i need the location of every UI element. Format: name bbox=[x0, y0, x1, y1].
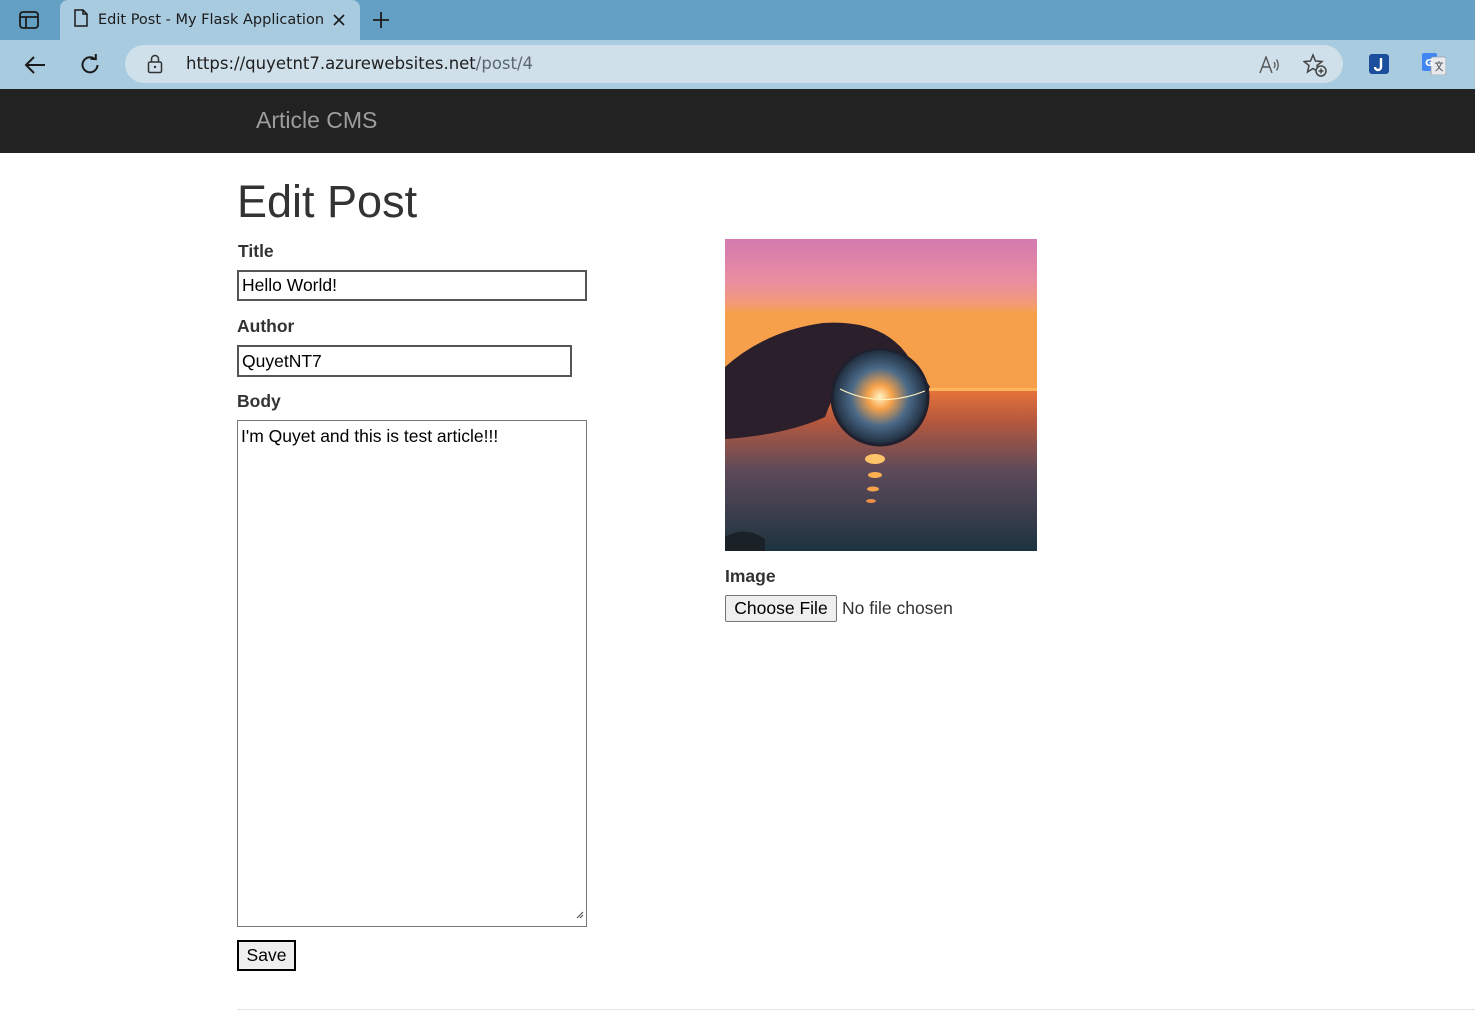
page-icon bbox=[74, 8, 88, 32]
lock-icon[interactable] bbox=[147, 54, 163, 79]
url-host: https://quyetnt7.azurewebsites.net bbox=[186, 54, 476, 73]
url-text: https://quyetnt7.azurewebsites.net/post/… bbox=[186, 54, 533, 73]
footer-divider bbox=[237, 1009, 1475, 1010]
browser-toolbar: https://quyetnt7.azurewebsites.net/post/… bbox=[0, 40, 1475, 89]
choose-file-button[interactable]: Choose File bbox=[725, 595, 837, 622]
translate-icon[interactable]: G bbox=[1422, 52, 1446, 76]
browser-tab[interactable]: Edit Post - My Flask Application bbox=[60, 0, 360, 40]
url-path: /post/4 bbox=[475, 54, 534, 73]
body-label: Body bbox=[237, 391, 281, 411]
save-button[interactable]: Save bbox=[237, 940, 296, 971]
page-title: Edit Post bbox=[237, 176, 418, 227]
author-input[interactable] bbox=[237, 345, 572, 377]
author-label: Author bbox=[237, 316, 295, 336]
plus-icon[interactable] bbox=[368, 7, 394, 33]
tab-actions-icon[interactable] bbox=[14, 8, 44, 32]
close-icon[interactable] bbox=[330, 11, 348, 29]
image-label: Image bbox=[725, 566, 776, 586]
back-arrow-icon[interactable] bbox=[20, 50, 50, 80]
no-file-chosen-text: No file chosen bbox=[842, 598, 953, 618]
brand-link[interactable]: Article CMS bbox=[256, 107, 377, 134]
body-textarea[interactable]: I'm Quyet and this is test article!!! bbox=[237, 420, 587, 927]
browser-tab-bar: Edit Post - My Flask Application bbox=[0, 0, 1475, 40]
svg-text:G: G bbox=[1425, 58, 1433, 69]
resize-grip-icon[interactable] bbox=[574, 903, 584, 924]
reload-icon[interactable] bbox=[75, 50, 105, 80]
tab-title: Edit Post - My Flask Application bbox=[98, 12, 325, 28]
site-navbar: Article CMS bbox=[0, 89, 1475, 153]
address-bar[interactable]: https://quyetnt7.azurewebsites.net/post/… bbox=[125, 45, 1343, 83]
read-aloud-icon[interactable] bbox=[1258, 53, 1282, 77]
title-input[interactable] bbox=[237, 270, 587, 301]
add-favorite-icon[interactable] bbox=[1303, 53, 1327, 77]
extension-j-icon[interactable] bbox=[1367, 52, 1391, 76]
body-text: I'm Quyet and this is test article!!! bbox=[241, 426, 499, 446]
post-image bbox=[725, 239, 1037, 551]
title-label: Title bbox=[238, 241, 274, 261]
